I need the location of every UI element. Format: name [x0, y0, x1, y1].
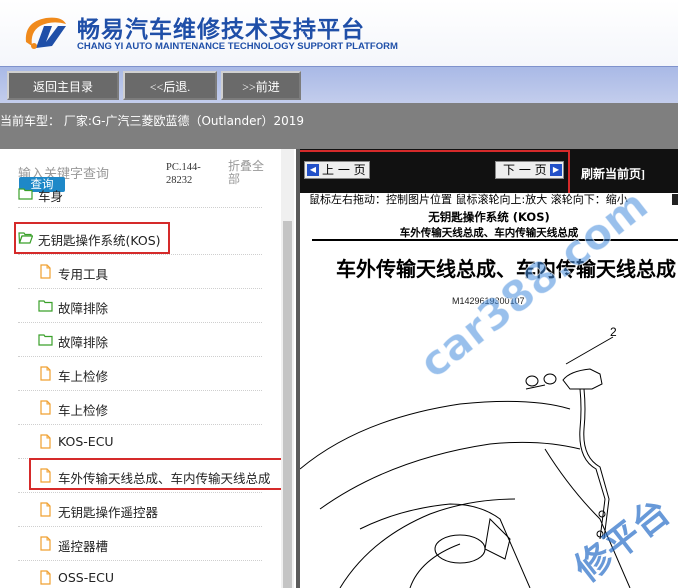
document-icon [38, 264, 53, 279]
callout-2: 2 [610, 325, 617, 339]
tree-item[interactable]: 无钥匙操作遥控器 [18, 493, 262, 527]
cy-logo-icon [25, 17, 66, 49]
tree-item-label: OSS-ECU [58, 570, 114, 585]
site-title: 畅易汽车维修技术支持平台 [77, 17, 365, 43]
forward-button[interactable]: >>前进 [221, 71, 301, 100]
nav-bar: 返回主目录 <<后退. >>前进 [0, 66, 678, 103]
refresh-page-link[interactable]: 刷新当前页] [581, 165, 645, 182]
collapse-all-link[interactable]: 折叠全 部 [228, 160, 264, 186]
site-header: 畅易汽车维修技术支持平台 CHANG YI AUTO MAINTENANCE T… [0, 0, 678, 66]
document-icon [38, 434, 53, 449]
document-viewer: ◀ 上 一 页 下 一 页 ▶ 刷新当前页] 鼠标左右拖动：控制图片位置 鼠标滚… [300, 149, 678, 588]
tree-item[interactable]: OSS-ECU [18, 561, 262, 588]
tree-item-label: 专用工具 [58, 267, 109, 282]
tree-item[interactable]: 故障排除 [18, 323, 262, 357]
catalog-panel: 输入关键字查询 查询 PC.144- 28232 折叠全 部 车身 无钥匙操作系统… [0, 149, 296, 588]
tree-item[interactable]: 车身 [18, 186, 262, 208]
tree-item-label: KOS-ECU [58, 434, 114, 449]
tree-item[interactable]: 故障排除 [18, 289, 262, 323]
tree-item-label: 故障排除 [58, 301, 109, 316]
document-icon [38, 366, 53, 381]
tree-scrollbar[interactable] [281, 149, 294, 588]
document-icon [38, 400, 53, 415]
tree-item-label: 无钥匙操作遥控器 [58, 505, 159, 520]
highlight-antenna-box [29, 458, 285, 490]
tree-item[interactable]: 车上检修 [18, 357, 262, 391]
folder-icon [38, 298, 53, 313]
app-window: 畅易汽车维修技术支持平台 CHANG YI AUTO MAINTENANCE T… [0, 0, 678, 588]
site-subtitle: CHANG YI AUTO MAINTENANCE TECHNOLOGY SUP… [77, 41, 398, 52]
folder-icon [18, 186, 33, 201]
pc-code: PC.144- 28232 [166, 162, 201, 186]
document-icon [38, 570, 53, 585]
tree-item-label: 车上检修 [58, 403, 109, 418]
home-button[interactable]: 返回主目录 [7, 71, 119, 100]
tree-item[interactable]: 遥控器槽 [18, 527, 262, 561]
tree-item[interactable]: 车上检修 [18, 391, 262, 425]
tree-item-label: 车上检修 [58, 369, 109, 384]
tree-item-label: 车身 [38, 189, 64, 204]
tree-item[interactable]: 专用工具 [18, 255, 262, 289]
document-icon [38, 502, 53, 517]
tree-item-label: 故障排除 [58, 335, 109, 350]
back-button[interactable]: <<后退. [123, 71, 217, 100]
tree-item[interactable]: KOS-ECU [18, 425, 262, 459]
folder-icon [38, 332, 53, 347]
current-vehicle: 当前车型： 厂家:G-广汽三菱欧蓝德（Outlander）2019 [0, 103, 678, 149]
document-icon [38, 536, 53, 551]
hint-scroll-icon [672, 194, 678, 205]
highlight-kos-box [14, 222, 170, 254]
scrollbar-thumb[interactable] [283, 221, 292, 588]
tree-item-label: 遥控器槽 [58, 539, 109, 554]
